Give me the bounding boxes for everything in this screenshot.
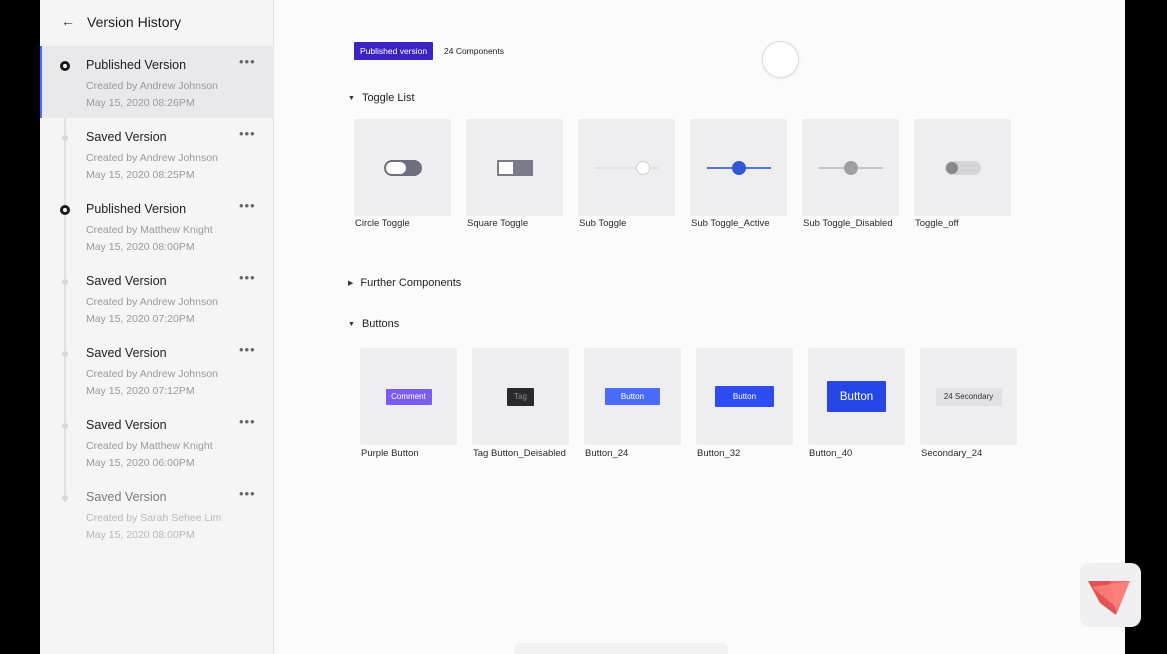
sub-toggle-preview: [594, 160, 659, 176]
tile-label: Button_32: [697, 448, 741, 459]
button-40-preview: Button: [827, 381, 886, 412]
tile-label: Purple Button: [361, 448, 419, 459]
tile-label: Sub Toggle: [579, 218, 627, 229]
tile-label: Sub Toggle_Active: [691, 218, 770, 229]
section-toggle-list[interactable]: ▼ Toggle List: [348, 92, 415, 104]
section-title: Further Components: [360, 277, 462, 289]
version-author: Created by Andrew Johnson: [86, 152, 218, 164]
version-title: Saved Version: [86, 346, 167, 360]
version-title: Saved Version: [86, 130, 167, 144]
version-item[interactable]: Saved Version Created by Sarah Sehee Lim…: [40, 478, 274, 550]
version-title: Saved Version: [86, 490, 167, 504]
version-item[interactable]: Saved Version Created by Andrew Johnson …: [40, 334, 274, 406]
saved-marker-icon: [62, 279, 68, 285]
caret-down-icon: ▼: [348, 320, 355, 328]
more-options-icon[interactable]: •••: [239, 486, 256, 501]
tile-label: Button_24: [585, 448, 629, 459]
more-options-icon[interactable]: •••: [239, 54, 256, 69]
tile-label: Square Toggle: [467, 218, 529, 229]
more-options-icon[interactable]: •••: [239, 198, 256, 213]
component-canvas: Published version 24 Components ▼ Toggle…: [274, 0, 1125, 654]
tag-button-preview: Tag: [507, 387, 534, 406]
version-item[interactable]: Saved Version Created by Matthew Knight …: [40, 406, 274, 478]
saved-marker-icon: [62, 135, 68, 141]
app-logo-icon[interactable]: [1080, 563, 1141, 627]
version-item[interactable]: Saved Version Created by Andrew Johnson …: [40, 262, 274, 334]
saved-marker-icon: [62, 351, 68, 357]
more-options-icon[interactable]: •••: [239, 270, 256, 285]
back-arrow-icon[interactable]: ←: [61, 13, 75, 29]
caret-right-icon: ▶: [348, 280, 354, 287]
circle-toggle-preview: [383, 159, 422, 176]
bottom-toolbar-edge: [514, 643, 728, 654]
published-marker-icon: [60, 205, 70, 215]
tile-label: Circle Toggle: [355, 218, 410, 229]
sidebar-header: ← Version History: [40, 0, 274, 46]
toggle-tile-circle[interactable]: [354, 119, 451, 216]
button-tile-40[interactable]: Button: [808, 348, 905, 445]
component-count: 24 Components: [444, 46, 505, 56]
tile-label: Sub Toggle_Disabled: [803, 218, 893, 229]
version-author: Created by Andrew Johnson: [86, 368, 218, 380]
button-tile-secondary[interactable]: 24 Secondary: [920, 348, 1017, 445]
section-buttons[interactable]: ▼ Buttons: [348, 318, 399, 330]
sidebar-title: Version History: [87, 14, 182, 30]
more-options-icon[interactable]: •••: [239, 342, 256, 357]
section-further-components[interactable]: ▶ Further Components: [348, 277, 461, 289]
toggle-tile-sub[interactable]: [578, 119, 675, 216]
version-title: Saved Version: [86, 418, 167, 432]
square-toggle-preview: [496, 159, 533, 176]
version-time: May 15, 2020 08:00PM: [86, 241, 195, 253]
version-history-sidebar: ← Version History Published Version Crea…: [40, 0, 274, 654]
section-title: Buttons: [361, 318, 400, 330]
purple-button-preview: Comment: [385, 388, 432, 405]
button-tile-32[interactable]: Button: [696, 348, 793, 445]
version-time: May 15, 2020 08:00PM: [86, 529, 195, 541]
button-24-preview: Button: [605, 388, 660, 405]
version-author: Created by Matthew Knight: [86, 440, 213, 452]
toggle-off-preview: [944, 160, 981, 175]
secondary-button-preview: 24 Secondary: [935, 387, 1002, 406]
tile-label: Button_40: [809, 448, 853, 459]
version-item[interactable]: Saved Version Created by Andrew Johnson …: [40, 118, 274, 190]
version-author: Created by Andrew Johnson: [86, 80, 218, 92]
sub-toggle-active-preview: [706, 160, 771, 176]
button-tile-tag-disabled[interactable]: Tag: [472, 348, 569, 445]
button-tile-purple[interactable]: Comment: [360, 348, 457, 445]
version-title: Published Version: [86, 58, 187, 72]
button-32-preview: Button: [715, 386, 774, 407]
tile-label: Tag Button_Deisabled: [473, 448, 566, 459]
published-marker-icon: [60, 61, 70, 71]
version-time: May 15, 2020 07:20PM: [86, 313, 195, 325]
caret-down-icon: ▼: [348, 94, 355, 102]
more-options-icon[interactable]: •••: [239, 126, 256, 141]
toggle-tile-square[interactable]: [466, 119, 563, 216]
toggle-tile-sub-disabled[interactable]: [802, 119, 899, 216]
version-author: Created by Matthew Knight: [86, 224, 213, 236]
published-version-badge: Published version: [354, 42, 434, 60]
version-time: May 15, 2020 06:00PM: [86, 457, 195, 469]
version-time: May 15, 2020 08:26PM: [86, 97, 195, 109]
version-time: May 15, 2020 07:12PM: [86, 385, 195, 397]
version-item[interactable]: Published Version Created by Matthew Kni…: [40, 190, 274, 262]
section-title: Toggle List: [361, 92, 415, 104]
version-item[interactable]: Published Version Created by Andrew John…: [40, 46, 274, 118]
app-window: ← Version History Published Version Crea…: [40, 0, 1125, 654]
toggle-tile-off[interactable]: [914, 119, 1011, 216]
tile-label: Toggle_off: [915, 218, 959, 229]
saved-marker-icon: [62, 423, 68, 429]
button-tile-24[interactable]: Button: [584, 348, 681, 445]
tile-label: Secondary_24: [921, 448, 983, 459]
loading-circle-icon: [762, 41, 799, 78]
sub-toggle-disabled-preview: [818, 160, 883, 176]
version-title: Saved Version: [86, 274, 167, 288]
saved-marker-icon: [62, 495, 68, 501]
version-time: May 15, 2020 08:25PM: [86, 169, 195, 181]
toggle-tile-sub-active[interactable]: [690, 119, 787, 216]
version-author: Created by Sarah Sehee Lim: [86, 512, 222, 524]
version-title: Published Version: [86, 202, 187, 216]
version-author: Created by Andrew Johnson: [86, 296, 218, 308]
more-options-icon[interactable]: •••: [239, 414, 256, 429]
